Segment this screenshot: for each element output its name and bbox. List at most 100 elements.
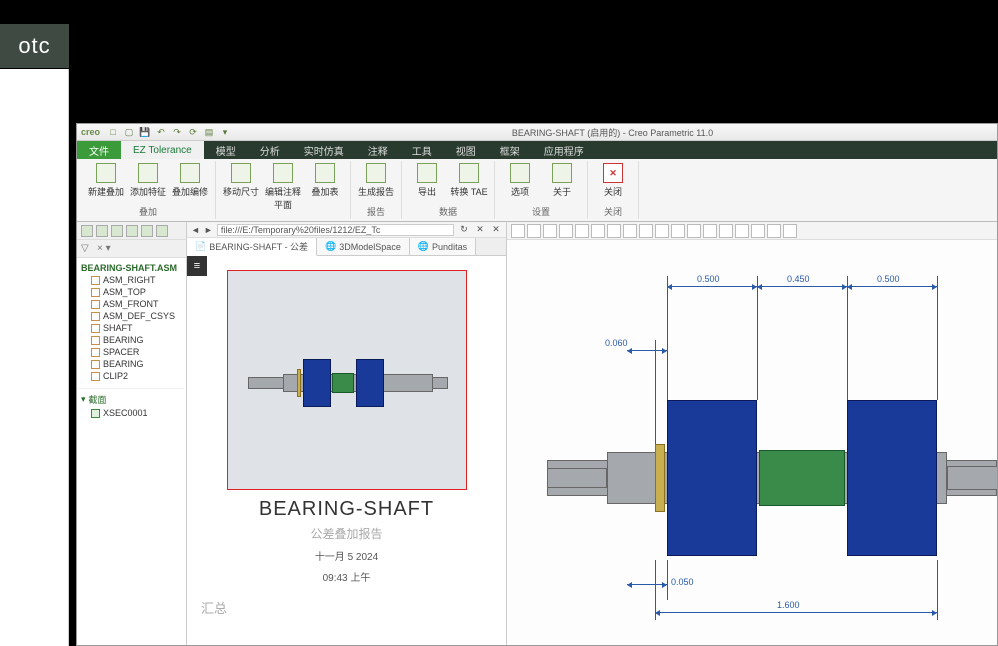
tree-item[interactable]: BEARING [79,334,184,346]
vtb-icon[interactable] [575,224,589,238]
doc-tab-punditas[interactable]: 🌐Punditas [410,238,476,255]
vtb-icon[interactable] [623,224,637,238]
options-button[interactable]: 选项 [501,161,539,198]
report-image [227,270,467,490]
dim-value: 0.060 [605,338,628,348]
qat-open-icon[interactable]: ▢ [122,125,136,139]
vtb-icon[interactable] [559,224,573,238]
tree-tb-icon[interactable] [156,225,168,237]
viewport-panel: 0.500 0.450 0.500 0.060 0.050 1.600 [507,222,997,645]
close-tab-icon[interactable]: ✕ [474,224,486,236]
ribbon-group-label: 报告 [357,204,395,219]
vtb-icon[interactable] [687,224,701,238]
reload-icon[interactable]: ↻ [458,224,470,236]
vtb-icon[interactable] [543,224,557,238]
ribbon-toolbar: 新建叠加 添加特征 叠加编修 叠加 移动尺寸 编辑注释平面 叠加表 生成报告 报… [77,159,997,222]
vtb-icon[interactable] [527,224,541,238]
qat-regen-icon[interactable]: ⟳ [186,125,200,139]
tree-item[interactable]: CLIP2 [79,370,184,382]
3d-viewport[interactable]: 0.500 0.450 0.500 0.060 0.050 1.600 [507,240,997,645]
qat-undo-icon[interactable]: ↶ [154,125,168,139]
convert-tae-button[interactable]: 转换 TAE [450,161,488,198]
tab-tools[interactable]: 工具 [400,141,444,159]
tree-section-header[interactable]: ▾ 截面 [79,388,184,407]
about-button[interactable]: 关于 [543,161,581,198]
tab-ez-tolerance[interactable]: EZ Tolerance [121,141,204,159]
doc-tab-report[interactable]: 📄BEARING-SHAFT - 公差 [187,238,317,256]
url-field[interactable]: file:///E:/Temporary%20files/1212/EZ_Tc [217,224,454,236]
tab-view[interactable]: 视图 [444,141,488,159]
vtb-icon[interactable] [655,224,669,238]
dim-value: 1.600 [777,600,800,610]
close-panel-icon[interactable]: ✕ [490,224,502,236]
qat-more-icon[interactable]: ▾ [218,125,232,139]
qat-new-icon[interactable]: □ [106,125,120,139]
tree-item[interactable]: ASM_RIGHT [79,274,184,286]
close-button[interactable]: ✕关闭 [594,161,632,198]
browser-address-bar: ◄ ► file:///E:/Temporary%20files/1212/EZ… [187,222,506,238]
new-stackup-button[interactable]: 新建叠加 [87,161,125,198]
tab-file[interactable]: 文件 [77,141,121,159]
tree-item[interactable]: ASM_FRONT [79,298,184,310]
nav-back-icon[interactable]: ◄ [191,225,200,235]
vtb-icon[interactable] [607,224,621,238]
tree-tb-icon[interactable] [126,225,138,237]
report-panel: ◄ ► file:///E:/Temporary%20files/1212/EZ… [187,222,507,645]
qat-redo-icon[interactable]: ↷ [170,125,184,139]
ribbon-group-label [222,217,344,219]
report-menu-icon[interactable]: ≡ [187,256,207,276]
edit-stackup-button[interactable]: 叠加编修 [171,161,209,198]
tree-item[interactable]: ASM_TOP [79,286,184,298]
vtb-icon[interactable] [671,224,685,238]
tab-apps[interactable]: 应用程序 [532,141,596,159]
report-summary-header: 汇总 [201,598,496,617]
vtb-icon[interactable] [511,224,525,238]
tree-item[interactable]: SPACER [79,346,184,358]
tab-analysis[interactable]: 分析 [248,141,292,159]
qat-close-icon[interactable]: ▤ [202,125,216,139]
vtb-icon[interactable] [719,224,733,238]
generate-report-button[interactable]: 生成报告 [357,161,395,198]
ribbon-group-label: 数据 [408,204,488,219]
doc-tab-3dmodelspace[interactable]: 🌐3DModelSpace [317,238,410,255]
tree-item[interactable]: SHAFT [79,322,184,334]
tab-framework[interactable]: 框架 [488,141,532,159]
vtb-icon[interactable] [783,224,797,238]
vtb-icon[interactable] [751,224,765,238]
vtb-icon[interactable] [735,224,749,238]
stackup-table-button[interactable]: 叠加表 [306,161,344,198]
ribbon-group-stackup: 新建叠加 添加特征 叠加编修 叠加 [81,161,216,219]
edit-annot-button[interactable]: 编辑注释平面 [264,161,302,211]
tree-item-xsec[interactable]: XSEC0001 [79,407,184,419]
tree-toolbar [77,222,186,240]
viewport-toolbar [507,222,997,240]
export-button[interactable]: 导出 [408,161,446,198]
tree-item[interactable]: ASM_DEF_CSYS [79,310,184,322]
report-body: ≡ BEARING-SHAFT 公差叠加报告 十一月 5 2024 09:43 … [187,256,506,645]
ribbon-group-settings: 选项 关于 设置 [495,161,588,219]
tree-item[interactable]: BEARING [79,358,184,370]
qat-save-icon[interactable]: 💾 [138,125,152,139]
tab-annotate[interactable]: 注释 [356,141,400,159]
tree-tb-icon[interactable] [111,225,123,237]
move-dim-button[interactable]: 移动尺寸 [222,161,260,198]
vtb-icon[interactable] [591,224,605,238]
app-logo: creo [81,127,100,137]
tree-root[interactable]: BEARING-SHAFT.ASM [79,262,184,274]
ribbon-group-edit: 移动尺寸 编辑注释平面 叠加表 [216,161,351,219]
report-date: 十一月 5 2024 [197,548,496,563]
nav-fwd-icon[interactable]: ► [204,225,213,235]
add-feature-button[interactable]: 添加特征 [129,161,167,198]
ribbon-tabs: 文件 EZ Tolerance 模型 分析 实时仿真 注释 工具 视图 框架 应… [77,141,997,159]
tree-tb-icon[interactable] [81,225,93,237]
vtb-icon[interactable] [639,224,653,238]
tree-tb-icon[interactable] [141,225,153,237]
tree-tb-icon[interactable] [96,225,108,237]
tree-filter[interactable]: ▽ × ▾ [77,240,186,258]
outer-white-strip [0,69,69,646]
vtb-icon[interactable] [703,224,717,238]
tab-live-sim[interactable]: 实时仿真 [292,141,356,159]
tab-model[interactable]: 模型 [204,141,248,159]
doc-tabs: 📄BEARING-SHAFT - 公差 🌐3DModelSpace 🌐Pundi… [187,238,506,256]
vtb-icon[interactable] [767,224,781,238]
